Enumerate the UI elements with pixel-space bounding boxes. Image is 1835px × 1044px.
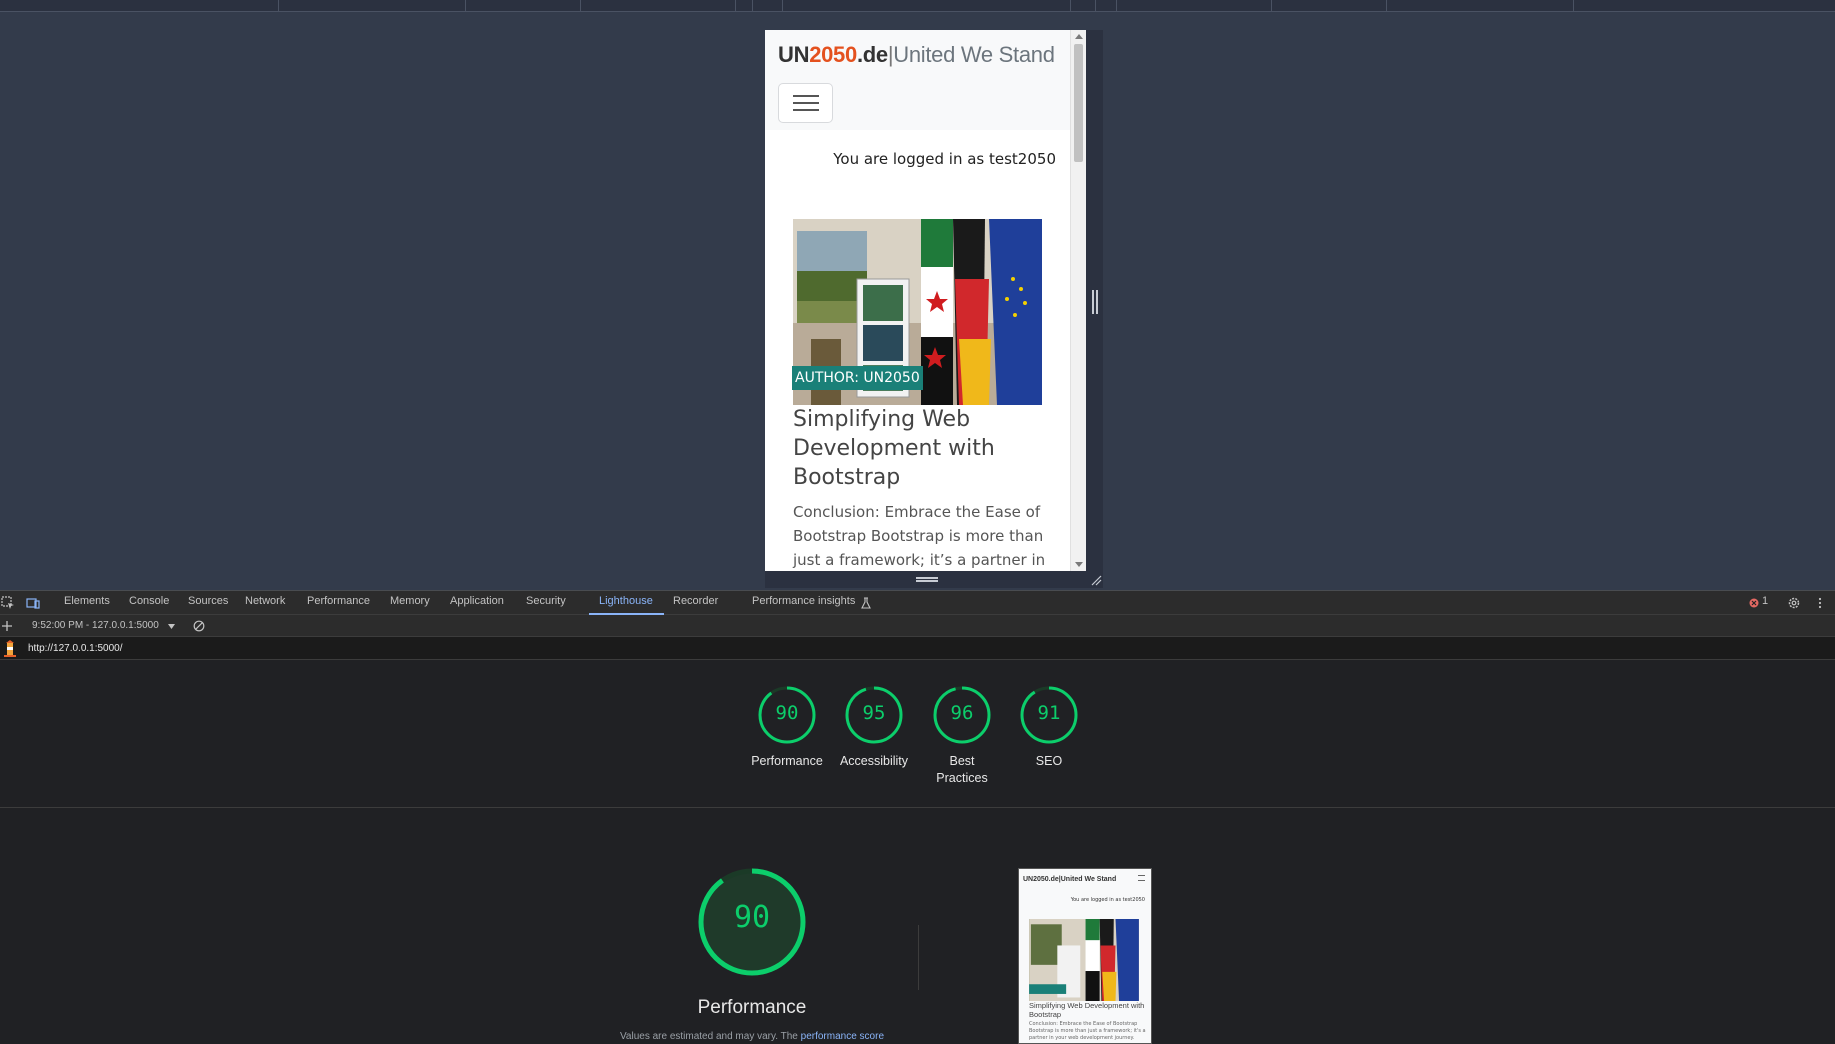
chevron-down-icon[interactable] <box>168 624 175 629</box>
error-count[interactable]: 1 <box>1762 595 1768 607</box>
logged-in-status: You are logged in as test2050 <box>833 150 1056 168</box>
scroll-up-arrow-icon[interactable] <box>1075 34 1083 39</box>
gauge-performance[interactable]: 90 Performance <box>751 685 823 768</box>
tab-sources[interactable]: Sources <box>188 595 228 607</box>
scroll-down-arrow-icon[interactable] <box>1075 562 1083 567</box>
tab-elements[interactable]: Elements <box>64 595 110 607</box>
gauge-score: 95 <box>862 702 886 724</box>
error-icon[interactable] <box>1747 596 1761 610</box>
post-excerpt: Conclusion: Embrace the Ease of Bootstra… <box>793 503 1046 569</box>
tab-memory[interactable]: Memory <box>390 595 430 607</box>
lighthouse-logo-icon <box>4 640 16 657</box>
device-toolbar-icon[interactable] <box>26 596 40 610</box>
tab-performance-insights[interactable]: Performance insights <box>752 595 855 607</box>
devtools-panel: Elements Console Sources Network Perform… <box>0 590 1835 1044</box>
tab-network[interactable]: Network <box>245 595 285 607</box>
gauge-seo[interactable]: 91 SEO <box>1019 685 1079 768</box>
thumbnail-image <box>1029 919 1139 1001</box>
report-selector[interactable]: 9:52:00 PM - 127.0.0.1:5000 <box>32 620 159 631</box>
gauges-divider <box>0 807 1835 808</box>
tab-recorder[interactable]: Recorder <box>673 595 718 607</box>
gauge-score: 96 <box>950 702 974 724</box>
post-title[interactable]: Simplifying Web Development with Bootstr… <box>793 405 1053 492</box>
report-url-bar: http://127.0.0.1:5000/ <box>0 637 1835 660</box>
corner-resize-icon[interactable] <box>1090 574 1102 586</box>
device-ruler <box>0 0 1835 12</box>
tab-lighthouse[interactable]: Lighthouse <box>599 595 653 607</box>
gauge-label: SEO <box>1035 754 1063 768</box>
width-resize-handle[interactable] <box>1092 290 1098 314</box>
tab-performance[interactable]: Performance <box>307 595 370 607</box>
gauge-accessibility[interactable]: 95 Accessibility <box>840 685 908 768</box>
settings-gear-icon[interactable] <box>1787 596 1801 610</box>
experiment-flask-icon <box>861 597 871 609</box>
thumbnail-menu-icon <box>1138 875 1145 881</box>
gauge-label: Accessibility <box>839 754 909 768</box>
tab-application[interactable]: Application <box>450 595 504 607</box>
lighthouse-toolbar: 9:52:00 PM - 127.0.0.1:5000 <box>0 615 1835 637</box>
performance-score-link[interactable]: performance score <box>801 1031 884 1042</box>
author-badge[interactable]: AUTHOR: UN2050 <box>792 366 923 390</box>
final-screenshot-thumbnail[interactable]: UN2050.de|United We Stand You are logged… <box>1018 868 1152 1044</box>
estimate-note: Values are estimated and may vary. The p… <box>619 1031 885 1042</box>
viewport-scrollbar[interactable] <box>1070 30 1086 571</box>
scrollbar-thumb[interactable] <box>1074 44 1083 162</box>
tab-security[interactable]: Security <box>526 595 566 607</box>
new-report-plus-icon[interactable] <box>1 620 13 632</box>
thumbnail-excerpt: Conclusion: Embrace the Ease of Bootstra… <box>1029 1021 1146 1041</box>
site-brand[interactable]: UN2050.de|United We Stand <box>778 42 1055 68</box>
gauge-label: Best Practices <box>936 754 988 785</box>
gauge-score: 91 <box>1037 702 1061 724</box>
inspect-element-icon[interactable] <box>1 596 15 610</box>
thumbnail-brand: UN2050.de|United We Stand <box>1023 876 1117 883</box>
more-options-icon[interactable] <box>1813 596 1827 610</box>
hamburger-icon <box>793 95 819 97</box>
performance-main-gauge: 90 <box>696 866 808 978</box>
tab-console[interactable]: Console <box>129 595 169 607</box>
navbar-toggle-button[interactable] <box>778 83 833 123</box>
performance-main-score: 90 <box>733 900 771 935</box>
clear-icon[interactable] <box>193 620 205 632</box>
report-url[interactable]: http://127.0.0.1:5000/ <box>28 643 123 654</box>
height-resize-handle[interactable] <box>765 571 1086 588</box>
performance-main-title: Performance <box>697 997 807 1018</box>
gauge-best-practices[interactable]: 96 Best Practices <box>932 685 992 785</box>
device-viewport: UN2050.de|United We Stand You are logged… <box>765 30 1086 571</box>
thumbnail-title: Simplifying Web Development with Bootstr… <box>1029 1001 1145 1019</box>
section-divider <box>918 925 919 990</box>
thumbnail-login-text: You are logged in as test2050 <box>1070 897 1145 903</box>
gauge-label: Performance <box>751 754 823 768</box>
gauge-score: 90 <box>775 702 799 724</box>
devtools-tab-bar: Elements Console Sources Network Perform… <box>0 590 1835 615</box>
